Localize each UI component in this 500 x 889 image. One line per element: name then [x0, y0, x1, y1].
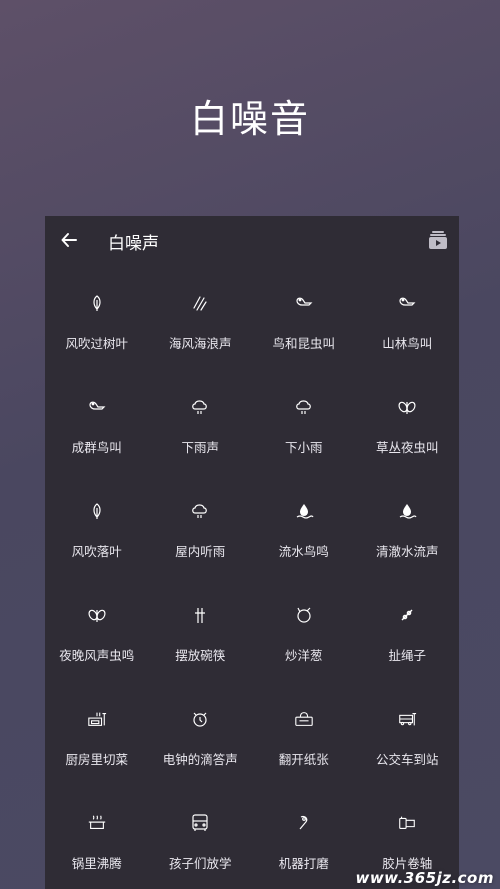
sound-item[interactable]: 下雨声: [149, 372, 253, 476]
sound-label: 风吹过树叶: [65, 336, 128, 351]
bird-icon: [87, 397, 107, 417]
sound-item[interactable]: 锅里沸腾: [45, 788, 149, 889]
school-bus-icon: [190, 813, 210, 833]
sound-label: 锅里沸腾: [71, 856, 122, 871]
chopsticks-icon: [190, 605, 210, 625]
watermark: www.365jz.com: [355, 869, 494, 887]
playlist-play-icon: [427, 229, 449, 251]
sound-item[interactable]: 电钟的滴答声: [149, 684, 253, 788]
sound-item[interactable]: 摆放碗筷: [149, 580, 253, 684]
wind-icon: [190, 293, 210, 313]
sound-label: 清澈水流声: [375, 544, 439, 559]
sound-item[interactable]: 屋内听雨: [149, 476, 253, 580]
sound-item[interactable]: 炒洋葱: [252, 580, 356, 684]
sound-label: 夜晚风声虫鸣: [59, 648, 135, 663]
leaf-icon: [87, 501, 107, 521]
rope-icon: [397, 605, 417, 625]
machine-icon: [294, 813, 314, 833]
sound-item[interactable]: 流水鸟鸣: [252, 476, 356, 580]
sound-item[interactable]: 孩子们放学: [149, 788, 253, 889]
sound-label: 草丛夜虫叫: [375, 440, 439, 455]
sound-label: 海风海浪声: [168, 336, 232, 351]
app-bar: 白噪声: [45, 216, 459, 266]
back-button[interactable]: [57, 228, 81, 252]
sound-label: 扯绳子: [388, 648, 426, 663]
sound-grid: 风吹过树叶 海风海浪声 鸟和昆虫叫 山林鸟叫成群鸟叫 下雨声 下小雨 草丛夜虫叫风吹落叶 屋内…: [45, 268, 459, 889]
rain-cloud-icon: [190, 397, 210, 417]
sound-label: 山林鸟叫: [382, 336, 433, 351]
app-bar-title: 白噪声: [108, 234, 159, 254]
leaf-icon: [87, 293, 107, 313]
tissue-box-icon: [294, 709, 314, 729]
sound-item[interactable]: 下小雨: [252, 372, 356, 476]
bird-icon: [397, 293, 417, 313]
sound-label: 风吹落叶: [71, 544, 122, 559]
app-screen: 白噪声 风吹过树叶 海风海浪声 鸟和昆虫叫 山林鸟叫 成群鸟叫 下雨声 下小雨 草丛夜虫叫 风吹…: [45, 216, 459, 889]
sound-label: 电钟的滴答声: [162, 752, 238, 767]
sound-item[interactable]: 风吹落叶: [45, 476, 149, 580]
sound-label: 鸟和昆虫叫: [272, 336, 335, 351]
sound-item[interactable]: 海风海浪声: [149, 268, 253, 372]
sound-label: 成群鸟叫: [71, 440, 122, 455]
bird-icon: [294, 293, 314, 313]
bus-stop-icon: [397, 709, 417, 729]
arrow-left-icon: [60, 231, 78, 249]
sound-item[interactable]: 风吹过树叶: [45, 268, 149, 372]
onion-icon: [294, 605, 314, 625]
sound-label: 摆放碗筷: [175, 648, 226, 663]
pot-icon: [87, 813, 107, 833]
rain-cloud-icon: [294, 397, 314, 417]
sound-item[interactable]: 鸟和昆虫叫: [252, 268, 356, 372]
sound-label: 孩子们放学: [168, 856, 232, 871]
page-title: 白噪音: [189, 97, 310, 141]
sound-label: 屋内听雨: [175, 544, 226, 559]
sound-label: 下小雨: [284, 440, 323, 455]
sound-item[interactable]: 翻开纸张: [252, 684, 356, 788]
sound-label: 翻开纸张: [278, 752, 329, 767]
water-drop-icon: [397, 501, 417, 521]
sound-label: 机器打磨: [278, 856, 329, 871]
sound-label: 流水鸟鸣: [278, 544, 329, 559]
sound-label: 下雨声: [181, 440, 219, 455]
alarm-clock-icon: [190, 709, 210, 729]
sound-label: 公交车到站: [375, 752, 439, 767]
rain-cloud-icon: [190, 501, 210, 521]
sound-item[interactable]: 草丛夜虫叫: [356, 372, 460, 476]
sound-item[interactable]: 夜晚风声虫鸣: [45, 580, 149, 684]
sound-label: 炒洋葱: [284, 648, 323, 663]
sound-item[interactable]: 扯绳子: [356, 580, 460, 684]
film-roll-icon: [397, 813, 417, 833]
sound-label: 厨房里切菜: [65, 752, 128, 767]
kitchen-icon: [87, 709, 107, 729]
sound-item[interactable]: 厨房里切菜: [45, 684, 149, 788]
insect-icon: [87, 605, 107, 625]
playlist-button[interactable]: [427, 229, 449, 251]
sound-item[interactable]: 清澈水流声: [356, 476, 460, 580]
sound-item[interactable]: 山林鸟叫: [356, 268, 460, 372]
sound-item[interactable]: 公交车到站: [356, 684, 460, 788]
water-drop-icon: [294, 501, 314, 521]
insect-icon: [397, 397, 417, 417]
sound-item[interactable]: 成群鸟叫: [45, 372, 149, 476]
sound-item[interactable]: 机器打磨: [252, 788, 356, 889]
